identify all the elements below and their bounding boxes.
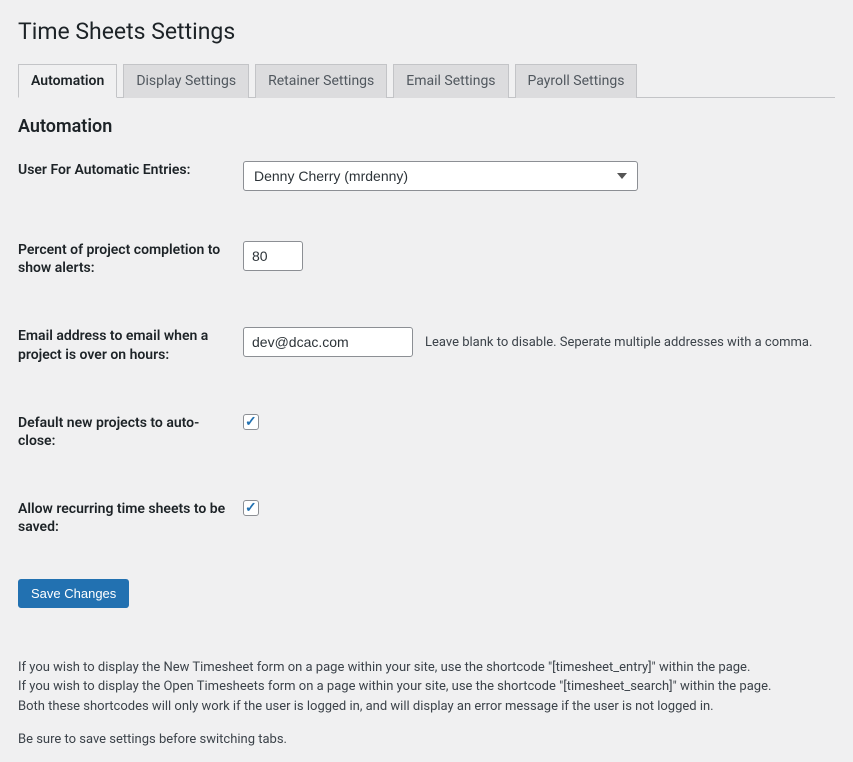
label-user-entries: User For Automatic Entries: bbox=[18, 161, 243, 179]
tab-email-settings[interactable]: Email Settings bbox=[393, 64, 508, 98]
row-auto-close: Default new projects to auto-close: bbox=[18, 414, 835, 450]
tab-retainer-settings[interactable]: Retainer Settings bbox=[255, 64, 387, 98]
footer-line-1: If you wish to display the New Timesheet… bbox=[18, 658, 835, 678]
input-email-over[interactable] bbox=[243, 327, 413, 357]
section-title: Automation bbox=[18, 116, 835, 137]
tab-payroll-settings[interactable]: Payroll Settings bbox=[515, 64, 638, 98]
checkbox-recurring[interactable] bbox=[243, 500, 259, 516]
footer-line-2: If you wish to display the Open Timeshee… bbox=[18, 677, 835, 697]
footer-line-4: Be sure to save settings before switchin… bbox=[18, 730, 835, 750]
row-recurring: Allow recurring time sheets to be saved: bbox=[18, 500, 835, 536]
save-changes-button[interactable]: Save Changes bbox=[18, 579, 129, 608]
input-percent-alert[interactable] bbox=[243, 241, 303, 271]
row-percent-alert: Percent of project completion to show al… bbox=[18, 241, 835, 277]
page-title: Time Sheets Settings bbox=[18, 18, 835, 45]
tab-automation[interactable]: Automation bbox=[18, 64, 117, 98]
select-user-entries[interactable]: Denny Cherry (mrdenny) bbox=[243, 161, 638, 191]
hint-email-over: Leave blank to disable. Seperate multipl… bbox=[425, 335, 812, 350]
footer-line-3: Both these shortcodes will only work if … bbox=[18, 697, 835, 717]
tabs-nav: Automation Display Settings Retainer Set… bbox=[18, 63, 835, 98]
checkbox-auto-close[interactable] bbox=[243, 414, 259, 430]
label-email-over: Email address to email when a project is… bbox=[18, 327, 243, 363]
label-recurring: Allow recurring time sheets to be saved: bbox=[18, 500, 243, 536]
tab-display-settings[interactable]: Display Settings bbox=[123, 64, 249, 98]
row-email-over: Email address to email when a project is… bbox=[18, 327, 835, 363]
label-percent-alert: Percent of project completion to show al… bbox=[18, 241, 243, 277]
row-user-entries: User For Automatic Entries: Denny Cherry… bbox=[18, 161, 835, 191]
label-auto-close: Default new projects to auto-close: bbox=[18, 414, 243, 450]
footer-text: If you wish to display the New Timesheet… bbox=[18, 658, 835, 750]
